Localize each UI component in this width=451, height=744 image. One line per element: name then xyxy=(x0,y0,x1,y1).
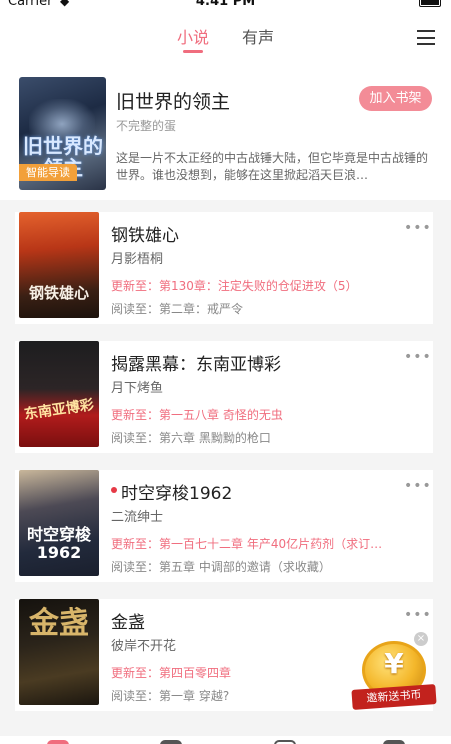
cover-title-art: 时空穿梭1962 xyxy=(26,525,91,562)
tab-novel[interactable]: 小说 xyxy=(177,24,209,48)
discover-tab-icon[interactable] xyxy=(274,740,296,744)
more-options-icon[interactable]: ••• xyxy=(404,220,432,236)
promo-label: 邀新送书币 xyxy=(351,684,437,710)
featured-book-card[interactable]: 旧世界的领主 智能导读 旧世界的领主 不完整的蛋 加入书架 这是一片不太正经的中… xyxy=(0,60,451,200)
book-cover[interactable]: 金盏 xyxy=(19,599,99,705)
featured-book-title: 旧世界的领主 xyxy=(116,91,231,113)
invite-promo-badge[interactable]: ¥ 邀新送书币 xyxy=(350,637,438,719)
battery-icon xyxy=(419,0,441,7)
book-title: 揭露黑幕：东南亚博彩 xyxy=(111,355,281,375)
book-author: 月影梧桐 xyxy=(111,252,164,267)
book-title: 时空穿梭1962 xyxy=(121,484,233,504)
reading-progress: 阅读至：第五章 中调部的邀请（求收藏） xyxy=(111,560,331,574)
active-tab-indicator xyxy=(183,50,203,53)
book-cover[interactable]: 时空穿梭1962 xyxy=(19,470,99,576)
bookstore-tab-icon[interactable] xyxy=(160,740,182,744)
status-bar: Carrier ◆ 4:41 PM xyxy=(0,0,451,14)
cover-title-art: 金盏 xyxy=(29,606,89,641)
cover-title-art: 钢铁雄心 xyxy=(28,284,89,302)
new-update-dot xyxy=(111,487,117,493)
book-title: 钢铁雄心 xyxy=(111,226,179,246)
profile-tab-icon[interactable] xyxy=(383,740,405,744)
more-options-icon[interactable]: ••• xyxy=(404,607,432,623)
smart-guide-badge[interactable]: 智能导读 xyxy=(19,164,77,181)
yen-icon: ¥ xyxy=(384,647,404,680)
reading-progress: 阅读至：第六章 黑黝黝的枪口 xyxy=(111,431,271,445)
featured-book-author: 不完整的蛋 xyxy=(116,119,177,133)
tab-audio[interactable]: 有声 xyxy=(242,24,274,48)
featured-book-cover[interactable]: 旧世界的领主 智能导读 xyxy=(19,77,106,190)
latest-update: 更新至：第130章：注定失败的仓促进攻（5） xyxy=(111,279,358,293)
book-title: 金盏 xyxy=(111,613,145,633)
bookshelf-tab-icon[interactable] xyxy=(47,740,69,744)
book-cover[interactable]: 东南亚博彩 xyxy=(19,341,99,447)
featured-book-description: 这是一片不太正经的中古战锤大陆，但它毕竟是中古战锤的世界。谁也没想到，能够在这里… xyxy=(116,151,429,182)
menu-icon[interactable] xyxy=(417,30,435,45)
latest-update: 更新至：第一百七十二章 年产40亿片药剂（求订… xyxy=(111,537,383,551)
top-nav: 小说 有声 xyxy=(0,14,451,60)
more-options-icon[interactable]: ••• xyxy=(404,478,432,494)
list-item[interactable]: 时空穿梭1962 时空穿梭1962 二流绅士 更新至：第一百七十二章 年产40亿… xyxy=(0,470,451,582)
reading-progress: 阅读至：第二章：戒严令 xyxy=(111,302,244,316)
book-cover[interactable]: 钢铁雄心 xyxy=(19,212,99,318)
more-options-icon[interactable]: ••• xyxy=(404,349,432,365)
cover-title-art: 东南亚博彩 xyxy=(23,397,95,423)
book-author: 月下烤鱼 xyxy=(111,381,164,396)
book-author: 二流绅士 xyxy=(111,510,164,525)
latest-update: 更新至：第一五八章 奇怪的无虫 xyxy=(111,408,283,422)
list-item[interactable]: 钢铁雄心 钢铁雄心 月影梧桐 更新至：第130章：注定失败的仓促进攻（5） 阅读… xyxy=(0,212,451,324)
bottom-tab-bar xyxy=(0,736,451,744)
list-item[interactable]: 东南亚博彩 揭露黑幕：东南亚博彩 月下烤鱼 更新至：第一五八章 奇怪的无虫 阅读… xyxy=(0,341,451,453)
book-author: 彼岸不开花 xyxy=(111,639,177,654)
clock: 4:41 PM xyxy=(195,0,256,9)
close-icon[interactable]: × xyxy=(414,632,428,646)
add-to-shelf-button[interactable]: 加入书架 xyxy=(359,86,432,111)
